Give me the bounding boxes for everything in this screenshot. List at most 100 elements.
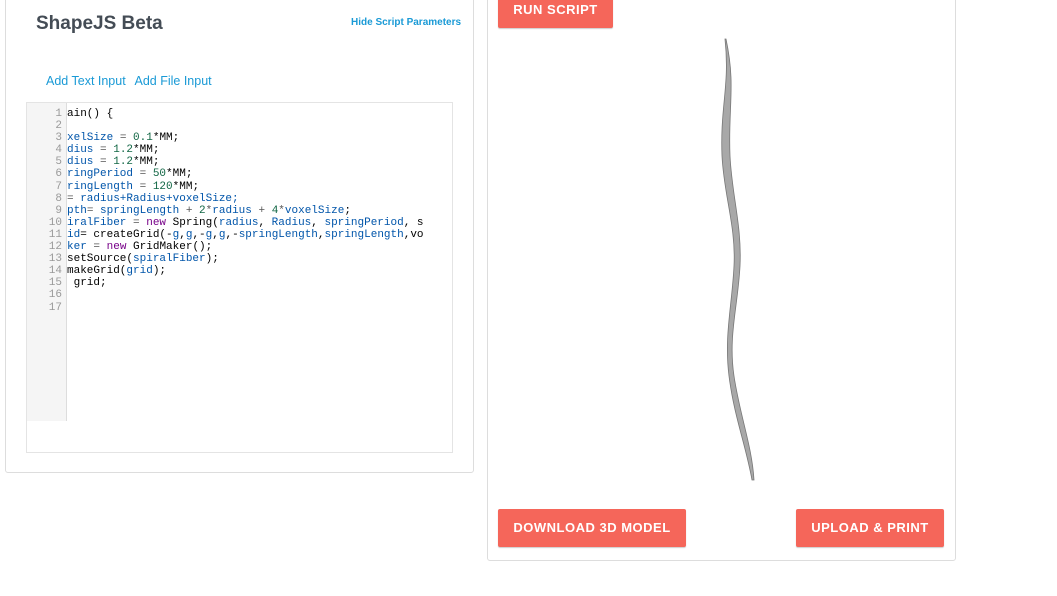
code-token: = createGrid(- — [80, 228, 173, 241]
code-line[interactable]: 2 — [27, 120, 424, 132]
code-token: = — [126, 216, 147, 229]
code-token: radius+Radius+voxelSize; — [80, 192, 239, 205]
code-line[interactable]: 3 xelSize = 0.1*MM; — [27, 132, 424, 144]
line-number: 3 — [55, 132, 62, 145]
3d-model-preview[interactable] — [708, 36, 768, 486]
code-token: voxelSize — [284, 204, 345, 217]
code-token: 120 — [152, 180, 173, 193]
code-line[interactable]: 10 iralFiber = new Spring(radius, Radius,… — [27, 217, 424, 229]
code-line[interactable]: 16 — [27, 289, 424, 301]
code-token: , — [311, 216, 325, 229]
code-editor[interactable]: 1 ain() {2 3 xelSize = 0.1*MM; 4 dius = 1.2*… — [26, 102, 453, 453]
code-line[interactable]: 14 makeGrid(grid); — [27, 265, 424, 277]
code-line[interactable]: 15 grid; — [27, 277, 424, 289]
code-token: , — [212, 228, 219, 241]
code-lines[interactable]: 1 ain() {2 3 xelSize = 0.1*MM; 4 dius = 1.2*… — [27, 108, 424, 314]
line-number: 1 — [55, 108, 62, 120]
code-token: * — [278, 204, 285, 217]
code-line[interactable]: 6 ringPeriod = 50*MM; — [27, 168, 424, 180]
line-number: 12 — [48, 241, 62, 254]
code-line[interactable]: 1 ain() { — [27, 108, 424, 120]
code-token: id — [67, 228, 81, 241]
line-number: 5 — [55, 156, 62, 169]
code-line[interactable]: 4 dius = 1.2*MM; — [27, 144, 424, 156]
script-panel: ShapeJS Beta Hide Script Parameters Add … — [5, 0, 474, 473]
add-file-input-link[interactable]: Add File Input — [134, 74, 211, 88]
code-token: setSource( — [67, 253, 134, 266]
hide-script-parameters-link[interactable]: Hide Script Parameters — [351, 17, 461, 28]
line-number: 8 — [55, 192, 62, 205]
spring-model-shape — [721, 38, 755, 481]
page-title: ShapeJS Beta — [36, 13, 163, 34]
code-line[interactable]: 17 — [27, 302, 424, 314]
code-token: iralFiber — [67, 216, 127, 229]
code-token: *MM; — [133, 144, 160, 157]
code-token: = — [93, 156, 114, 169]
upload-print-button[interactable]: UPLOAD & PRINT — [796, 509, 944, 547]
code-token: pth — [67, 204, 87, 217]
code-token: dius — [67, 144, 94, 157]
code-token: = — [133, 168, 153, 181]
line-number: 10 — [48, 216, 62, 229]
code-token: GridMaker(); — [126, 241, 213, 254]
code-token: Spring( — [166, 216, 219, 229]
code-token: radius — [218, 216, 259, 229]
code-token: *MM; — [172, 180, 200, 193]
code-token: ker — [67, 241, 87, 254]
code-token: springPeriod — [324, 216, 404, 229]
run-script-button[interactable]: RUN SCRIPT — [498, 0, 613, 28]
line-number: 14 — [48, 265, 62, 278]
code-token: ,- — [225, 228, 239, 241]
code-token: ; — [344, 204, 351, 217]
line-number: 17 — [48, 301, 62, 314]
code-line[interactable]: 7 ringLength = 120*MM; — [27, 181, 424, 193]
code-token: , — [317, 228, 325, 241]
preview-panel: RUN SCRIPT DOWNLOAD 3D MODEL UPLOAD & PR… — [487, 0, 956, 561]
code-token: new — [106, 241, 127, 254]
code-token: *MM; — [152, 132, 180, 145]
line-number: 16 — [48, 289, 62, 302]
code-token: 1.2 — [113, 144, 134, 157]
code-token: 2 — [199, 204, 206, 217]
code-token: = — [86, 204, 101, 217]
line-number: 15 — [48, 277, 62, 290]
download-3d-model-button[interactable]: DOWNLOAD 3D MODEL — [498, 509, 686, 547]
code-token: new — [146, 216, 167, 229]
code-token: *MM; — [166, 168, 193, 181]
code-token: = — [93, 144, 114, 157]
code-line[interactable]: 13 setSource(spiralFiber); — [27, 253, 424, 265]
code-line[interactable]: 12 ker = new GridMaker(); — [27, 241, 424, 253]
code-token: 0.1 — [133, 132, 153, 145]
code-token: ); — [152, 265, 167, 278]
code-token: ain() { — [67, 108, 114, 120]
line-number: 9 — [55, 204, 62, 217]
add-text-input-link[interactable]: Add Text Input — [46, 74, 126, 88]
code-token: radius — [212, 204, 252, 217]
code-token: ,- — [192, 228, 206, 241]
code-token: *MM; — [133, 156, 160, 169]
code-token: = — [133, 180, 153, 193]
code-token: 50 — [152, 168, 167, 181]
code-token: , — [258, 216, 272, 229]
code-token: grid — [126, 265, 153, 278]
code-token: xelSize — [67, 132, 114, 145]
code-line[interactable]: 5 dius = 1.2*MM; — [27, 156, 424, 168]
code-token: springLength — [324, 228, 404, 241]
code-token: ringPeriod — [67, 168, 134, 181]
line-number: 2 — [55, 120, 62, 133]
code-token: = — [113, 132, 134, 145]
code-token: ringLength — [67, 180, 134, 193]
code-token: ,vo — [403, 228, 424, 241]
code-line[interactable]: 8 = radius+Radius+voxelSize; — [27, 193, 424, 205]
code-token: springLength — [100, 204, 180, 217]
code-token: makeGrid( — [67, 265, 127, 278]
line-number: 4 — [55, 144, 62, 157]
code-line[interactable]: 9 pth= springLength + 2*radius + 4*voxelS… — [27, 205, 424, 217]
code-token: ); — [205, 253, 219, 266]
code-token: springLength — [238, 228, 318, 241]
code-token: = — [86, 241, 107, 254]
code-line[interactable]: 11 id= createGrid(-g,g,-g,g,-springLength… — [27, 229, 424, 241]
code-token: = — [67, 192, 81, 205]
code-token: 1.2 — [113, 156, 134, 169]
code-token: Radius — [271, 216, 312, 229]
